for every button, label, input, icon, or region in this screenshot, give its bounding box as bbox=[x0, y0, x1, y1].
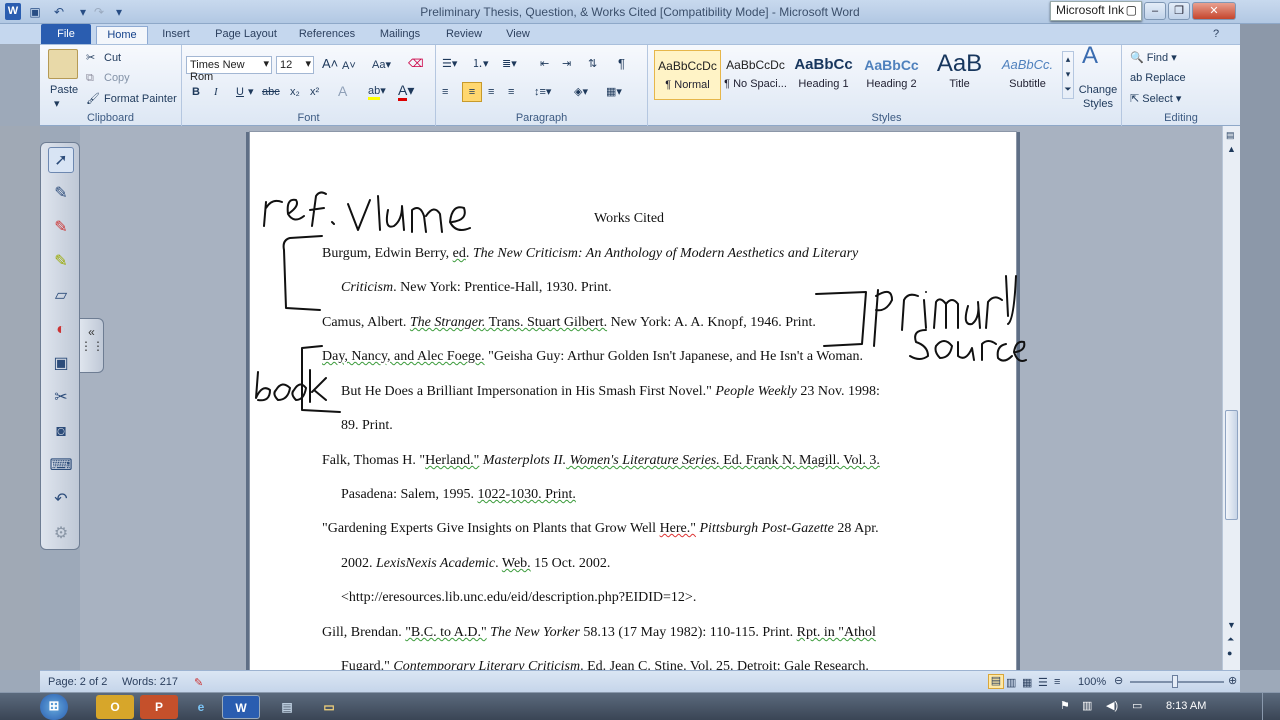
flag-tray-icon[interactable]: ⚑ bbox=[1060, 699, 1070, 712]
outline-view-icon[interactable]: ☰ bbox=[1038, 676, 1048, 689]
ink-source bbox=[909, 329, 1027, 362]
ink-arrow-primary bbox=[815, 291, 867, 347]
keyboard-icon[interactable]: ⌨ bbox=[48, 453, 74, 479]
web-layout-view-icon[interactable]: ▦ bbox=[1022, 676, 1032, 689]
zoom-in-icon[interactable]: ⊕ bbox=[1228, 674, 1237, 687]
network-tray-icon[interactable]: ▥ bbox=[1082, 699, 1092, 712]
windows-taskbar: ⊞ O P e W ▤ ▭ ⚑ ▥ ◀) ▭ 8:13 AM bbox=[0, 692, 1280, 720]
proofing-icon[interactable]: ✎ bbox=[194, 676, 203, 689]
full-screen-view-icon[interactable]: ▥ bbox=[1006, 676, 1016, 689]
ruler-toggle-icon[interactable]: ▤ bbox=[1226, 130, 1235, 141]
draft-view-icon[interactable]: ≡ bbox=[1054, 676, 1060, 688]
scroll-thumb[interactable] bbox=[1225, 410, 1238, 520]
vertical-scrollbar[interactable]: ▤ ▲ ▼ ⏶ ● bbox=[1222, 126, 1240, 670]
pen-toolbar: ➚ ✎ ✎ ✎ ▱ ◐ ▣ ✂ ◙ ⌨ ↶ ⚙ bbox=[40, 142, 80, 550]
camera-icon[interactable]: ◙ bbox=[48, 419, 74, 445]
clear-ink-icon[interactable]: ◐ bbox=[48, 317, 74, 343]
ink-primary bbox=[873, 275, 1017, 347]
page-count[interactable]: Page: 2 of 2 bbox=[48, 676, 107, 688]
scroll-down-icon[interactable]: ▼ bbox=[1227, 620, 1236, 630]
red-pen-icon[interactable]: ✎ bbox=[48, 215, 74, 241]
word-taskbar-icon[interactable]: W bbox=[222, 695, 260, 719]
scroll-up-icon[interactable]: ▲ bbox=[1227, 144, 1236, 154]
clock[interactable]: 8:13 AM bbox=[1166, 700, 1206, 712]
print-layout-view-icon[interactable]: ▤ bbox=[988, 674, 1004, 689]
undo-ink-icon[interactable]: ↶ bbox=[48, 487, 74, 513]
word-count[interactable]: Words: 217 bbox=[122, 676, 178, 688]
start-button-icon[interactable]: ⊞ bbox=[40, 694, 68, 720]
arrow-pointer-icon[interactable]: ➚ bbox=[48, 147, 74, 173]
settings-gear-icon[interactable]: ⚙ bbox=[48, 521, 74, 547]
status-bar: Page: 2 of 2 Words: 217 ✎ ▤ ▥ ▦ ☰ ≡ 100%… bbox=[40, 670, 1240, 692]
ink-book bbox=[255, 369, 327, 403]
show-desktop-button[interactable] bbox=[1262, 693, 1280, 720]
highlighter-icon[interactable]: ✎ bbox=[48, 249, 74, 275]
zoom-level[interactable]: 100% bbox=[1078, 676, 1106, 688]
ink-ref-volume bbox=[263, 191, 471, 233]
zoom-out-icon[interactable]: ⊖ bbox=[1114, 674, 1123, 687]
pen-icon[interactable]: ✎ bbox=[48, 181, 74, 207]
ink-bracket-day bbox=[301, 345, 341, 413]
powerpoint-taskbar-icon[interactable]: P bbox=[140, 695, 178, 719]
internet-explorer-taskbar-icon[interactable]: e bbox=[182, 695, 220, 719]
ink-annotations bbox=[255, 191, 1027, 413]
outlook-taskbar-icon[interactable]: O bbox=[96, 695, 134, 719]
network-taskbar-icon[interactable]: ▤ bbox=[268, 695, 306, 719]
eraser-icon[interactable]: ▱ bbox=[48, 283, 74, 309]
right-margin bbox=[1240, 24, 1280, 670]
screen-capture-icon[interactable]: ✂ bbox=[48, 385, 74, 411]
drag-grip-icon[interactable]: ⋮⋮ bbox=[80, 339, 104, 353]
collapse-chevron-icon[interactable]: « bbox=[88, 325, 95, 339]
battery-tray-icon[interactable]: ▭ bbox=[1132, 699, 1142, 712]
explorer-taskbar-icon[interactable]: ▭ bbox=[310, 695, 348, 719]
whiteboard-icon[interactable]: ▣ bbox=[48, 351, 74, 377]
volume-tray-icon[interactable]: ◀) bbox=[1106, 699, 1118, 712]
browse-object-icon[interactable]: ● bbox=[1227, 648, 1232, 658]
prev-page-icon[interactable]: ⏶ bbox=[1227, 634, 1234, 645]
toolbar-collapse-handle[interactable]: «⋮⋮ bbox=[80, 318, 104, 373]
zoom-slider-thumb[interactable] bbox=[1172, 675, 1178, 688]
ink-bracket-burgum bbox=[282, 235, 323, 311]
